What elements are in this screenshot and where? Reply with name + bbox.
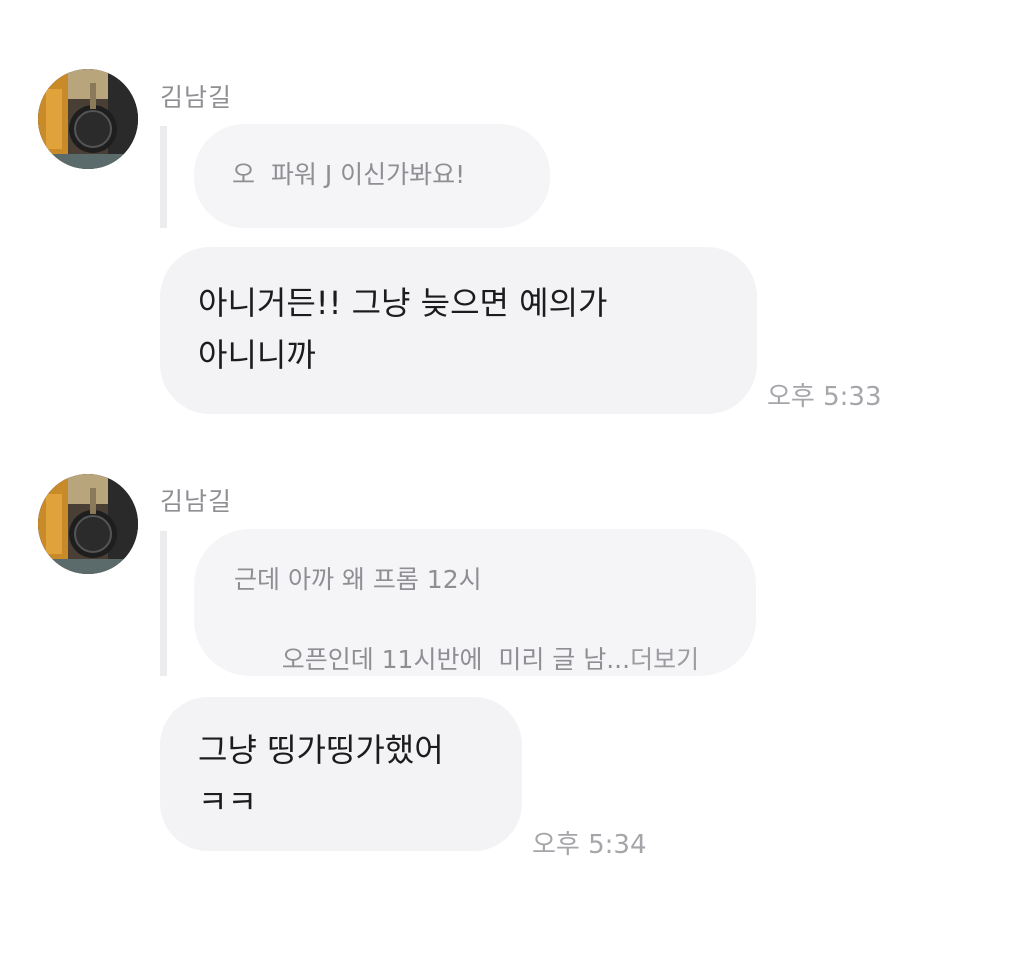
quoted-line: 오픈인데 11시반에 미리 글 남... <box>281 645 631 674</box>
quoted-message[interactable]: 근데 아까 왜 프롬 12시 오픈인데 11시반에 미리 글 남...더보기 <box>194 529 756 676</box>
quoted-line: 근데 아까 왜 프롬 12시 <box>234 565 482 594</box>
profile-photo-icon <box>38 474 138 574</box>
message-time: 오후 5:34 <box>532 830 647 860</box>
message-bubble[interactable]: 그냥 띵가띵가했어 ㅋㅋ <box>160 697 522 851</box>
avatar[interactable] <box>38 474 138 574</box>
message-line: 그냥 띵가띵가했어 <box>198 731 444 769</box>
quote-bar <box>160 531 167 676</box>
sender-name: 김남길 <box>160 487 233 516</box>
message-line: ㅋㅋ <box>198 783 257 821</box>
message-group-2: 김남길 근데 아까 왜 프롬 12시 오픈인데 11시반에 미리 글 남...더… <box>0 0 1024 900</box>
see-more-link[interactable]: 더보기 <box>630 645 699 674</box>
